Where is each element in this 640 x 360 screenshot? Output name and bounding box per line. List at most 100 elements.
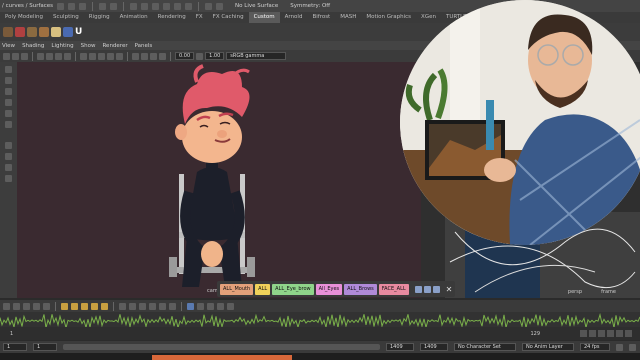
layout-single-icon[interactable] <box>5 142 12 149</box>
select-all-mouth-button[interactable]: ALL_Mouth <box>220 283 254 295</box>
shelf-tab[interactable]: FX <box>191 12 208 23</box>
rotate-tool-icon[interactable] <box>5 110 12 117</box>
time-ruler[interactable]: 1 129 <box>0 327 640 340</box>
tangent-icon[interactable] <box>71 302 78 310</box>
range-start-field[interactable]: 1 <box>33 343 57 351</box>
snap-grid-icon[interactable] <box>163 2 171 10</box>
select-tool-icon[interactable] <box>5 66 12 73</box>
range-end-field[interactable]: 1409 <box>386 343 414 351</box>
select-object-icon[interactable] <box>141 2 149 10</box>
anim-tool-icon[interactable] <box>33 302 40 310</box>
shelf-tool-icon[interactable] <box>39 27 49 37</box>
move-tool-icon[interactable] <box>5 99 12 106</box>
tangent-icon[interactable] <box>81 302 88 310</box>
symmetry-label[interactable]: Symmetry: Off <box>290 3 330 9</box>
render-icon[interactable] <box>205 2 213 10</box>
shelf-tab[interactable]: Rigging <box>84 12 115 23</box>
camera-icon[interactable] <box>3 52 10 60</box>
snap-keys-icon[interactable] <box>207 302 214 310</box>
shelf-tab[interactable]: Bifrost <box>307 12 335 23</box>
go-start-icon[interactable] <box>580 330 587 337</box>
graph-editor-icon[interactable] <box>187 302 194 310</box>
shelf-tab[interactable]: Motion Graphics <box>361 12 416 23</box>
menu-set-label[interactable]: / curves / Surfaces <box>2 3 53 9</box>
play-back-icon[interactable] <box>598 330 605 337</box>
main-viewport[interactable]: cam <box>17 62 421 298</box>
tangent-icon[interactable] <box>101 302 108 310</box>
shelf-tab[interactable]: Rendering <box>153 12 191 23</box>
shelf-tool-icon[interactable] <box>51 27 61 37</box>
select-all-eyes-button[interactable]: All_Eyes <box>315 283 343 295</box>
current-frame-field[interactable]: 1 <box>3 343 27 351</box>
select-hierarchy-icon[interactable] <box>130 2 138 10</box>
colorspace-dropdown[interactable]: sRGB gamma <box>226 52 287 60</box>
menu-panels[interactable]: Panels <box>135 43 153 49</box>
anim-end-field[interactable]: 1409 <box>420 343 448 351</box>
textured-icon[interactable] <box>98 52 105 60</box>
resolution-gate-icon[interactable] <box>55 52 62 60</box>
undo-icon[interactable] <box>99 2 107 10</box>
shelf-tool-icon[interactable] <box>27 27 37 37</box>
prefs-icon[interactable] <box>629 343 636 351</box>
anim-layer-dropdown[interactable]: No Anim Layer <box>522 343 574 351</box>
key-tool-icon[interactable] <box>159 302 166 310</box>
exposure-field[interactable]: 0.00 <box>175 52 195 60</box>
shelf-tool-icon[interactable] <box>63 27 73 37</box>
shelf-tab[interactable]: Arnold <box>280 12 308 23</box>
shelf-u-icon[interactable]: U <box>75 27 82 37</box>
go-end-icon[interactable] <box>625 330 632 337</box>
select-face-all-button[interactable]: FACE_ALL <box>378 283 409 295</box>
shelf-tool-icon[interactable] <box>15 27 25 37</box>
scale-tool-icon[interactable] <box>5 121 12 128</box>
shelf-tool-icon[interactable] <box>3 27 13 37</box>
step-forward-icon[interactable] <box>616 330 623 337</box>
mirror-icon[interactable] <box>432 285 440 293</box>
key-tool-icon[interactable] <box>169 302 176 310</box>
fps-dropdown[interactable]: 24 fps <box>580 343 610 351</box>
menu-renderer[interactable]: Renderer <box>102 43 127 49</box>
shelf-tab[interactable]: Sculpting <box>48 12 84 23</box>
lasso-tool-icon[interactable] <box>5 77 12 84</box>
menu-shading[interactable]: Shading <box>22 43 44 49</box>
smooth-shade-icon[interactable] <box>89 52 96 60</box>
gamma-icon[interactable] <box>196 52 204 60</box>
key-tool-icon[interactable] <box>139 302 146 310</box>
character-set-dropdown[interactable]: No Character Set <box>454 343 516 351</box>
new-scene-icon[interactable] <box>57 2 65 10</box>
dope-sheet-icon[interactable] <box>197 302 204 310</box>
range-bar[interactable] <box>63 344 380 350</box>
menu-show[interactable]: Show <box>81 43 96 49</box>
shadows-icon[interactable] <box>116 52 123 60</box>
lights-icon[interactable] <box>107 52 114 60</box>
key-tool-icon[interactable] <box>119 302 126 310</box>
ambient-occlusion-icon[interactable] <box>150 52 157 60</box>
select-all-brows-button[interactable]: ALL_Brows <box>344 283 377 295</box>
ipr-render-icon[interactable] <box>216 2 224 10</box>
layout-side-icon[interactable] <box>5 164 12 171</box>
select-all-button[interactable]: ALL <box>255 283 271 295</box>
anim-tool-icon[interactable] <box>13 302 20 310</box>
play-forward-icon[interactable] <box>607 330 614 337</box>
tangent-icon[interactable] <box>61 302 68 310</box>
filter-icon[interactable] <box>227 302 234 310</box>
anim-tool-icon[interactable] <box>23 302 30 310</box>
camera-attributes-icon[interactable] <box>12 52 19 60</box>
key-tool-icon[interactable] <box>149 302 156 310</box>
reset-icon[interactable] <box>423 285 431 293</box>
antialias-icon[interactable] <box>159 52 166 60</box>
step-back-icon[interactable] <box>589 330 596 337</box>
key-icon[interactable] <box>414 285 422 293</box>
safe-action-icon[interactable] <box>64 52 71 60</box>
redo-icon[interactable] <box>110 2 118 10</box>
grid-icon[interactable] <box>37 52 44 60</box>
live-surface-label[interactable]: No Live Surface <box>235 3 278 9</box>
layout-outliner-icon[interactable] <box>5 175 12 182</box>
layout-four-icon[interactable] <box>5 153 12 160</box>
shelf-tab[interactable]: MASH <box>335 12 361 23</box>
open-scene-icon[interactable] <box>68 2 76 10</box>
close-icon[interactable]: ✕ <box>446 285 453 294</box>
anim-tool-icon[interactable] <box>3 302 10 310</box>
snap-point-icon[interactable] <box>185 2 193 10</box>
select-all-eye-brow-button[interactable]: ALL_Eye_brow <box>272 283 314 295</box>
shelf-tab[interactable]: Poly Modeling <box>0 12 48 23</box>
